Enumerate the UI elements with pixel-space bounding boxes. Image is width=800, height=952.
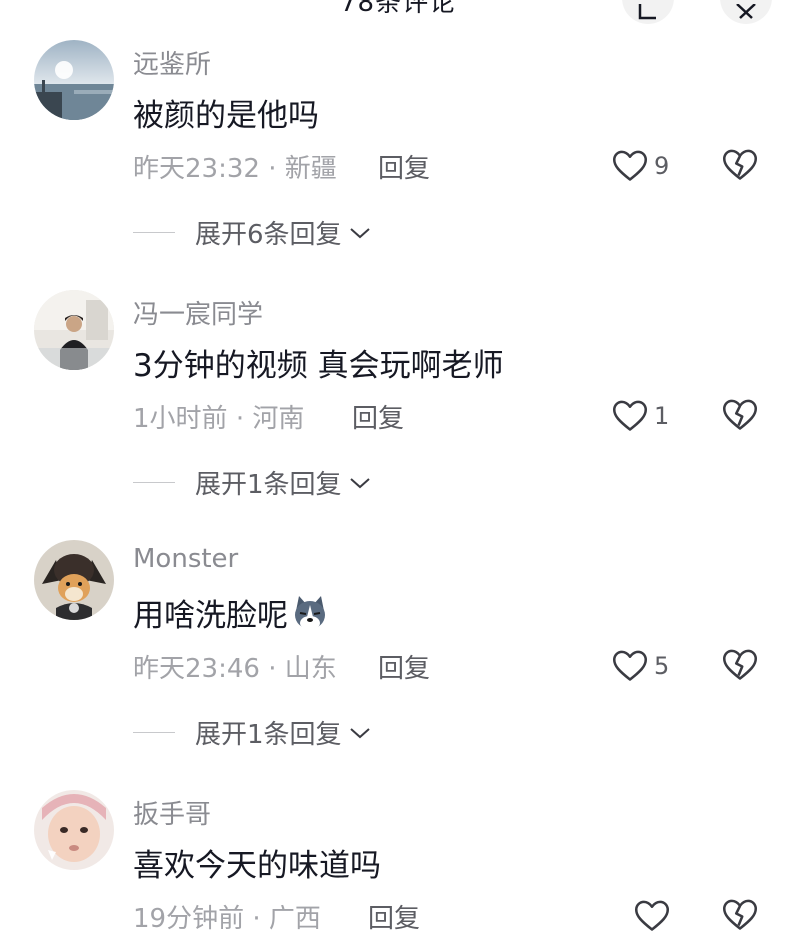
reply-button[interactable]: 回复 [378, 648, 430, 685]
like-count: 5 [654, 652, 670, 680]
text-button[interactable] [622, 0, 674, 24]
meta-separator: · [235, 404, 245, 434]
expand-replies[interactable]: 展开1条回复 [133, 464, 372, 501]
husky-emoji-icon [290, 593, 330, 633]
user-avatar[interactable] [34, 40, 114, 120]
comment-username[interactable]: Monster [133, 544, 238, 574]
comment-text: 被颜的是他吗 [133, 90, 319, 135]
reply-button[interactable]: 回复 [378, 148, 430, 185]
like-count: 9 [654, 152, 670, 180]
comment-text: 用啥洗脸呢 [133, 590, 330, 635]
comment-meta: 昨天23:46 · 山东 [133, 648, 337, 685]
reply-button[interactable]: 回复 [368, 898, 420, 935]
chevron-down-icon [349, 477, 370, 488]
close-button[interactable] [720, 0, 772, 24]
expand-replies-label: 展开1条回复 [195, 470, 342, 500]
like-button[interactable]: 9 [612, 148, 669, 184]
comment-location: 广西 [268, 904, 321, 934]
divider-line [133, 732, 175, 733]
broken-heart-icon [722, 399, 758, 430]
comment-text-body: 喜欢今天的味道吗 [133, 848, 381, 884]
comment-text-body: 被颜的是他吗 [133, 98, 319, 134]
dislike-button[interactable] [722, 648, 758, 682]
expand-replies-label: 展开1条回复 [195, 720, 342, 750]
dog-costume-avatar [34, 540, 114, 620]
comment-location: 新疆 [284, 154, 337, 184]
comment-location: 河南 [252, 404, 305, 434]
expand-replies[interactable]: 展开6条回复 [133, 214, 372, 251]
baby-photo-avatar [34, 790, 114, 870]
comment-time: 1小时前 [133, 404, 228, 434]
like-button[interactable] [634, 898, 676, 934]
heart-icon [612, 400, 648, 431]
comment-username[interactable]: 冯一宸同学 [133, 294, 263, 331]
person-photo-avatar [34, 290, 114, 370]
comment-text: 喜欢今天的味道吗 [133, 840, 381, 885]
broken-heart-icon [722, 149, 758, 180]
comment-location: 山东 [284, 654, 337, 684]
comment-time: 昨天23:46 [133, 654, 260, 684]
heart-icon [634, 900, 670, 931]
comment-text: 3分钟的视频 真会玩啊老师 [133, 340, 504, 385]
expand-replies[interactable]: 展开1条回复 [133, 714, 372, 751]
comment-meta: 19分钟前 · 广西 [133, 898, 321, 935]
dislike-button[interactable] [722, 898, 758, 932]
meta-separator: · [268, 654, 277, 684]
chevron-down-icon [349, 227, 370, 238]
like-button[interactable]: 1 [612, 398, 669, 434]
dislike-button[interactable] [722, 148, 758, 182]
comment-time: 昨天23:32 [133, 154, 260, 184]
comment-time: 19分钟前 [133, 904, 245, 934]
divider-line [133, 232, 175, 233]
reply-button[interactable]: 回复 [352, 398, 404, 435]
comment-text-body: 用啥洗脸呢 [133, 598, 288, 634]
comment-username[interactable]: 远鉴所 [133, 44, 211, 81]
lake-scenery-avatar [34, 40, 114, 120]
meta-separator: · [252, 904, 261, 934]
comment-text-body: 3分钟的视频 真会玩啊老师 [133, 348, 504, 384]
broken-heart-icon [722, 899, 758, 930]
user-avatar[interactable] [34, 790, 114, 870]
chevron-down-icon [349, 727, 370, 738]
comment-username[interactable]: 扳手哥 [133, 794, 211, 831]
comment-panel-header: 78条评论 [0, 0, 800, 24]
user-avatar[interactable] [34, 290, 114, 370]
meta-separator: · [268, 154, 277, 184]
close-icon [736, 4, 756, 19]
comment-meta: 昨天23:32 · 新疆 [133, 148, 337, 185]
dislike-button[interactable] [722, 398, 758, 432]
heart-icon [612, 650, 648, 681]
comment-meta: 1小时前 · 河南 [133, 398, 304, 435]
like-button[interactable]: 5 [612, 648, 669, 684]
expand-replies-label: 展开6条回复 [195, 220, 342, 250]
heart-icon [612, 150, 648, 181]
text-icon [638, 4, 656, 20]
comment-count-title: 78条评论 [340, 0, 457, 18]
divider-line [133, 482, 175, 483]
like-count: 1 [654, 402, 670, 430]
user-avatar[interactable] [34, 540, 114, 620]
broken-heart-icon [722, 649, 758, 680]
